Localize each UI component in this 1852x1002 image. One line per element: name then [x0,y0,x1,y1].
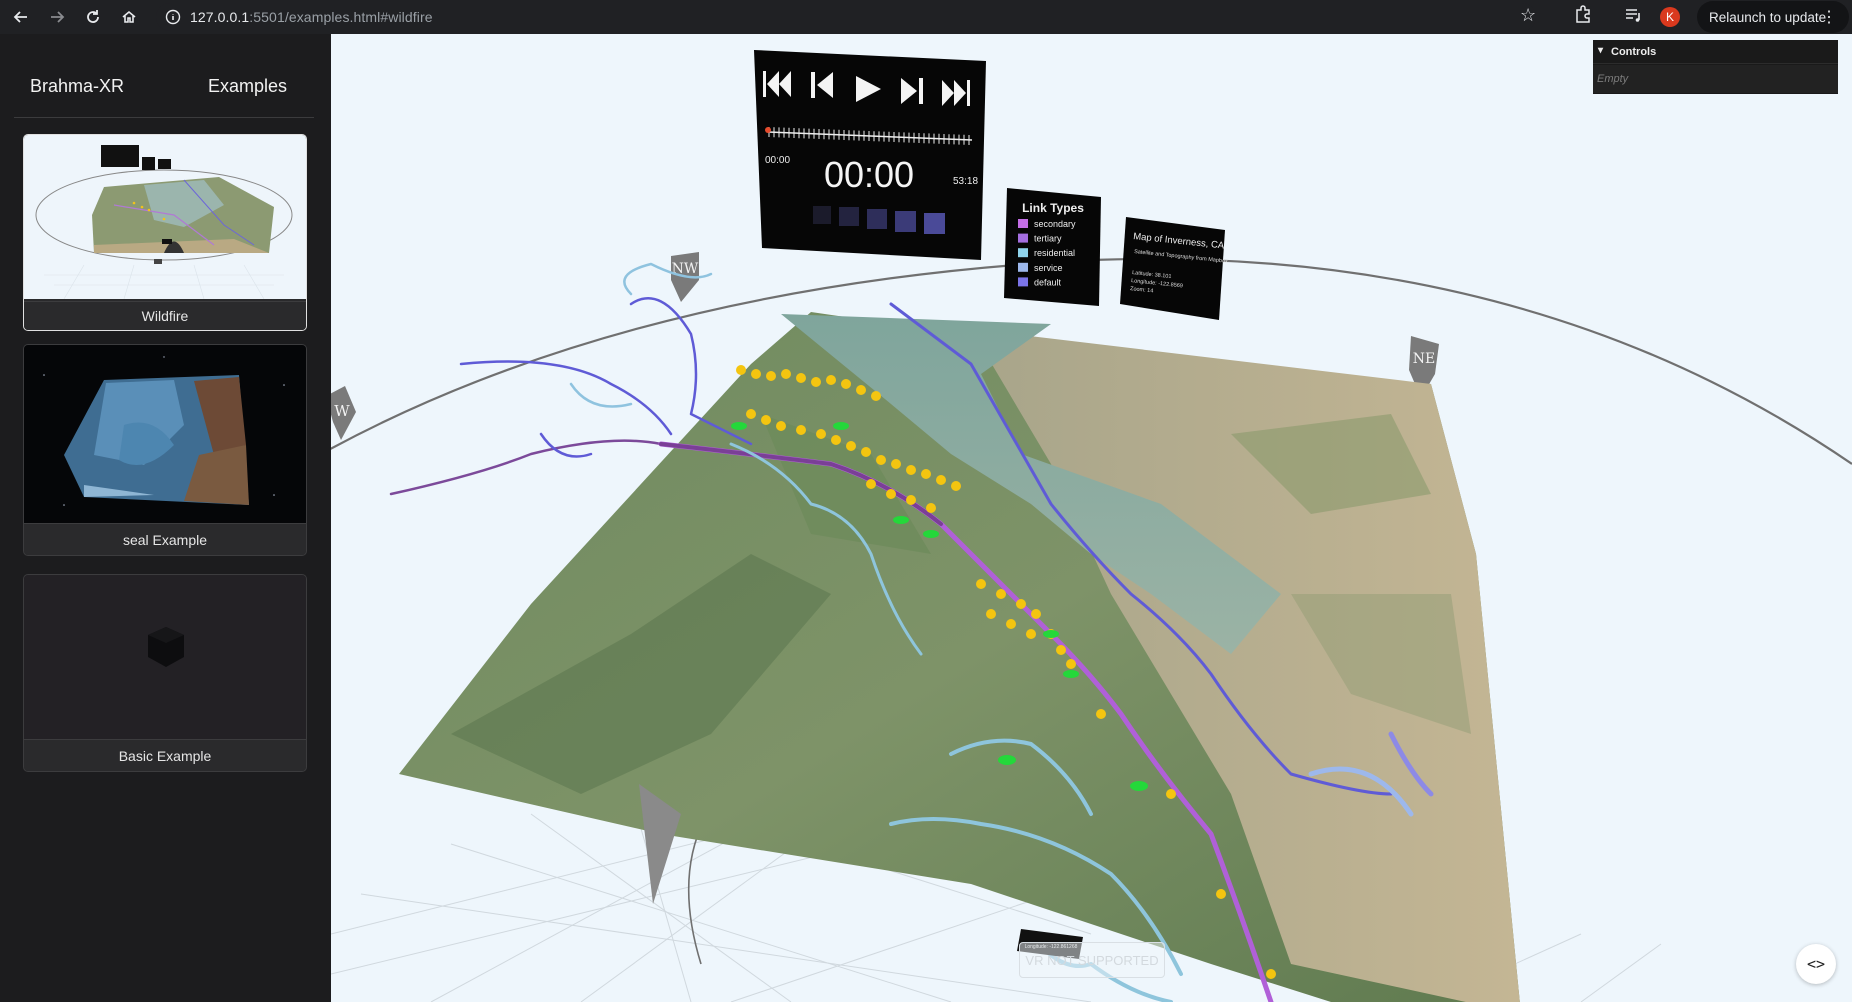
examples-heading[interactable]: Examples [208,76,287,97]
example-card-wildfire[interactable]: Wildfire [23,134,307,331]
terrain-map[interactable] [399,312,1521,1002]
url-path: :5501/examples.html#wildfire [249,9,433,25]
site-info-icon[interactable] [162,6,184,28]
relaunch-button[interactable]: Relaunch to update ⋮ [1697,1,1849,33]
compass-label-w: W [334,402,350,420]
controls-title-bar[interactable]: ▾ Controls [1593,40,1838,64]
legend-label-tertiary: tertiary [1034,234,1062,244]
reload-icon[interactable] [78,2,108,32]
compass-marker-w: W [331,386,356,440]
bookmark-star-icon[interactable]: ☆ [1520,5,1536,26]
profile-avatar[interactable]: K [1660,7,1680,27]
scene-canvas[interactable]: NW W NE 00:00 53:18 00:00 Link Types sec… [331,34,1852,1002]
map-info-panel: Map of Inverness, CA Satellite and Topog… [1120,217,1228,320]
extensions-icon[interactable] [1572,4,1594,31]
example-card-wildfire-label: Wildfire [24,301,306,330]
legend-swatch-service [1018,262,1028,272]
legend-swatch-residential [1018,248,1028,258]
media-player-panel[interactable]: 00:00 53:18 00:00 [754,50,986,260]
address-bar[interactable]: 127.0.0.1:5501/examples.html#wildfire [156,3,1536,31]
compass-label-ne: NE [1413,351,1435,367]
url-text: 127.0.0.1:5501/examples.html#wildfire [190,9,433,25]
code-toggle-button[interactable]: <> [1796,944,1836,984]
timeline-handle[interactable] [765,127,771,133]
brand-title[interactable]: Brahma-XR [30,76,124,97]
legend-swatch-tertiary [1018,233,1028,243]
chevron-down-icon[interactable]: ▾ [1598,45,1603,56]
menu-dots-icon[interactable]: ⋮ [1821,7,1837,27]
legend-label-secondary: secondary [1034,219,1076,229]
vr-button[interactable]: VR NOT SUPPORTED [1019,942,1165,978]
example-card-basic-label: Basic Example [24,739,306,771]
current-time-display: 00:00 [824,154,914,195]
media-controls-icon[interactable] [1622,4,1644,31]
legend-label-residential: residential [1034,248,1075,258]
controls-title: Controls [1611,45,1657,58]
wildfire-thumbnail [24,135,306,299]
examples-sidebar: Brahma-XR Examples Wildfire seal Example… [0,34,331,1002]
legend-title: Link Types [1022,201,1084,215]
link-types-legend: Link Types secondary tertiary residential s… [1004,188,1101,306]
browser-toolbar: 127.0.0.1:5501/examples.html#wildfire ☆ … [0,0,1852,34]
example-card-seal[interactable]: seal Example [23,344,307,556]
url-host: 127.0.0.1 [190,9,250,25]
end-time-label: 53:18 [953,176,978,187]
relaunch-label: Relaunch to update [1709,9,1827,25]
controls-panel[interactable]: ▾ Controls Empty [1593,40,1838,94]
sidebar-header: Brahma-XR Examples [14,34,314,118]
home-icon[interactable] [114,2,144,32]
legend-swatch-secondary [1018,219,1028,228]
legend-swatch-default [1018,277,1028,287]
controls-empty-text: Empty [1593,65,1838,93]
xr-viewport[interactable]: NW W NE 00:00 53:18 00:00 Link Types sec… [331,34,1852,1002]
back-icon[interactable] [6,2,36,32]
start-time-label: 00:00 [765,155,790,166]
basic-thumbnail [24,575,306,739]
legend-label-service: service [1034,263,1063,273]
seal-thumbnail [24,345,306,525]
forward-icon[interactable] [42,2,72,32]
example-card-basic[interactable]: Basic Example [23,574,307,772]
example-card-seal-label: seal Example [24,523,306,555]
legend-label-default: default [1034,277,1062,287]
